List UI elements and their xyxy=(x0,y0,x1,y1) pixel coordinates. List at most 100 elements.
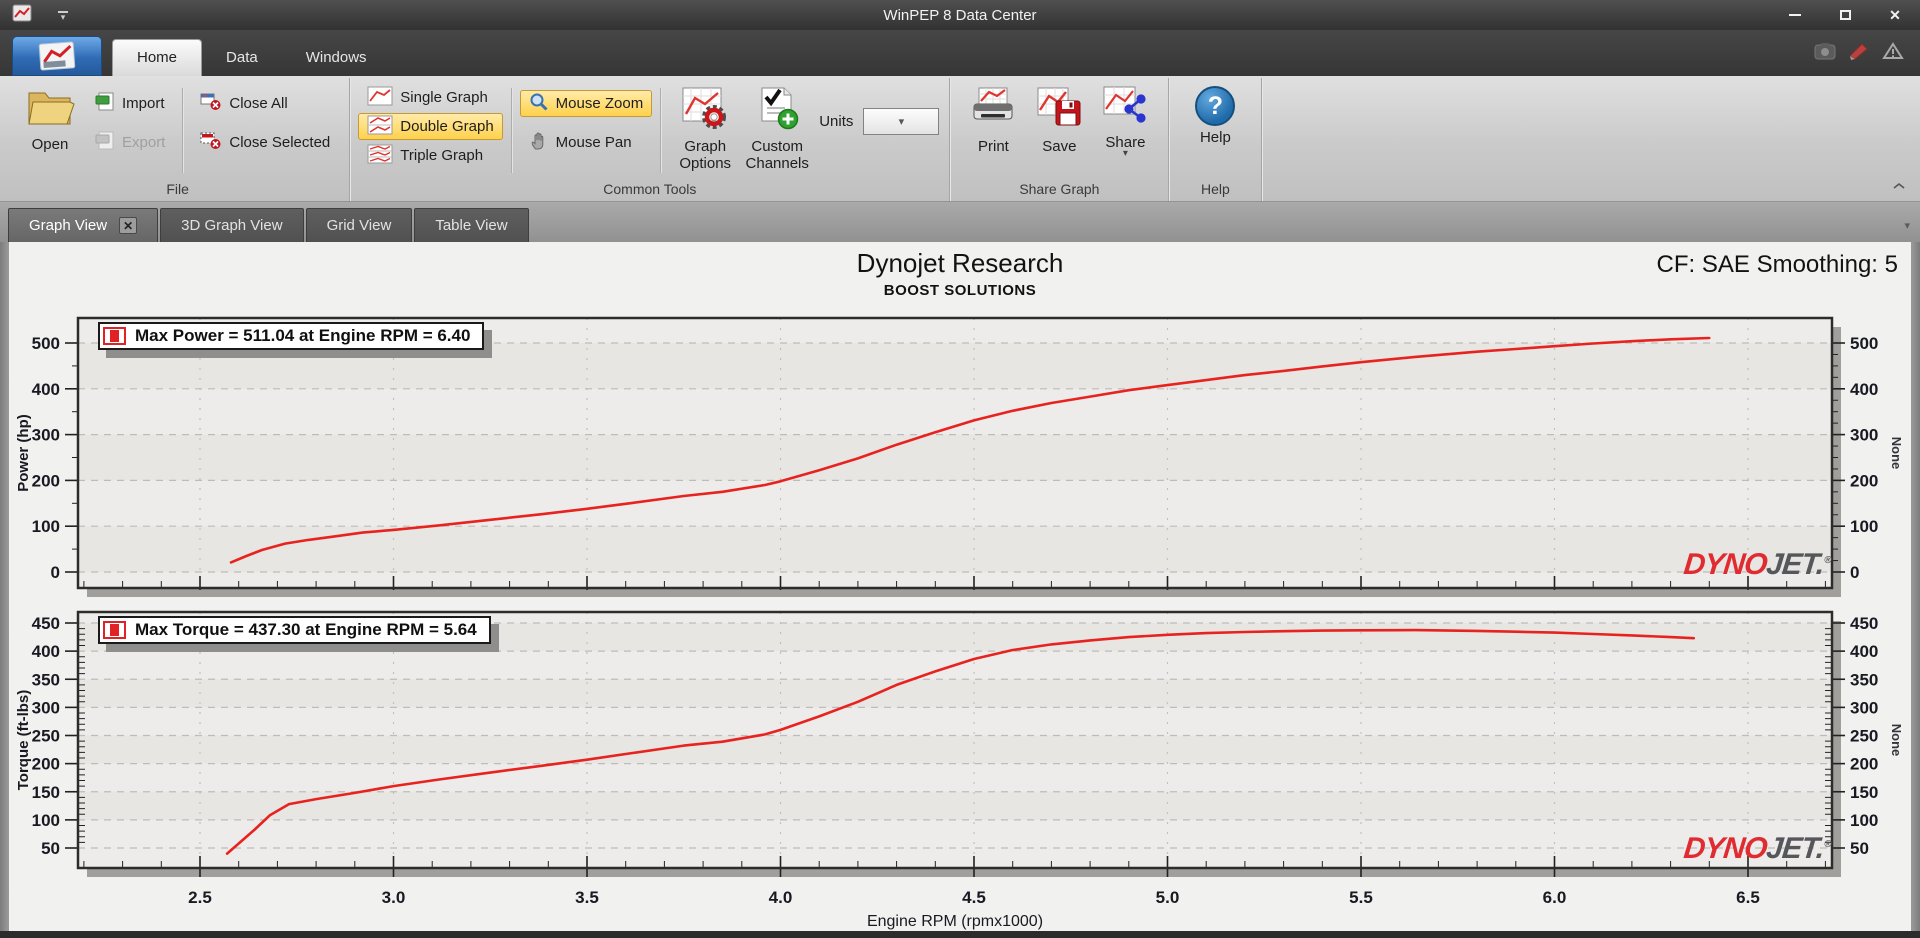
correction-factor-label: CF: SAE Smoothing: 5 xyxy=(1656,251,1898,278)
window-frame-right xyxy=(1911,242,1920,931)
triple-graph-icon xyxy=(367,144,393,168)
tab-data[interactable]: Data xyxy=(202,39,282,76)
svg-text:50: 50 xyxy=(41,839,60,858)
svg-text:3.0: 3.0 xyxy=(382,888,406,907)
svg-text:350: 350 xyxy=(32,670,60,689)
maximize-button[interactable] xyxy=(1834,6,1856,24)
close-button[interactable]: ✕ xyxy=(1884,6,1906,24)
svg-text:100: 100 xyxy=(32,517,60,536)
minimize-icon xyxy=(1789,14,1801,16)
application-menu-button[interactable] xyxy=(12,36,102,76)
winpep-logo-icon xyxy=(38,41,76,71)
ribbon-collapse-button[interactable] xyxy=(1892,177,1906,195)
svg-text:5.0: 5.0 xyxy=(1156,888,1180,907)
save-button[interactable]: Save xyxy=(1030,82,1088,155)
dynojet-watermark: DYNOJET.® xyxy=(1682,548,1832,581)
tab-table-view[interactable]: Table View xyxy=(414,208,529,242)
view-tab-strip: Graph View ✕ 3D Graph View Grid View Tab… xyxy=(0,202,1920,242)
svg-text:0: 0 xyxy=(51,563,60,582)
close-all-icon xyxy=(200,92,222,115)
svg-text:350: 350 xyxy=(1850,670,1878,689)
mouse-pan-button[interactable]: Mouse Pan xyxy=(520,129,653,156)
svg-text:4.5: 4.5 xyxy=(962,888,986,907)
export-button[interactable]: Export xyxy=(86,129,174,156)
power-series-swatch xyxy=(103,327,126,345)
hand-icon xyxy=(529,131,549,155)
svg-text:250: 250 xyxy=(1850,727,1878,746)
tab-windows[interactable]: Windows xyxy=(282,39,391,76)
double-graph-icon xyxy=(367,115,393,139)
svg-text:400: 400 xyxy=(32,642,60,661)
torque-chart[interactable]: 50 50 100 100 150 150 200 200 250 250 300 300 350 350… xyxy=(10,604,1910,934)
svg-text:250: 250 xyxy=(32,727,60,746)
title-bar: ▾ WinPEP 8 Data Center ✕ xyxy=(0,0,1920,30)
graph-options-button[interactable]: Graph Options xyxy=(669,82,741,172)
alert-icon[interactable] xyxy=(1882,41,1904,65)
svg-text:Torque (ft-lbs): Torque (ft-lbs) xyxy=(15,690,32,791)
close-tab-icon[interactable]: ✕ xyxy=(119,217,138,234)
open-button[interactable]: Open xyxy=(14,82,86,153)
svg-text:None: None xyxy=(1889,724,1904,757)
share-icon xyxy=(1103,86,1147,131)
window-title: WinPEP 8 Data Center xyxy=(883,6,1037,24)
minimize-button[interactable] xyxy=(1784,6,1806,24)
svg-text:450: 450 xyxy=(32,614,60,633)
ribbon-tabs: Home Data Windows xyxy=(112,39,391,76)
ribbon-group-help: ? Help Help xyxy=(1169,78,1263,201)
share-button[interactable]: Share ▾ xyxy=(1096,82,1154,159)
window-frame-bottom xyxy=(0,931,1920,938)
svg-text:2.5: 2.5 xyxy=(188,888,212,907)
chevron-up-icon xyxy=(1893,182,1905,189)
tab-overflow-icon[interactable]: ▾ xyxy=(1904,219,1910,232)
ribbon-group-share-graph: Print Save Share ▾ Share Graph xyxy=(950,78,1170,201)
window-frame-left xyxy=(0,242,9,931)
svg-text:5.5: 5.5 xyxy=(1349,888,1373,907)
ribbon-tab-row: Home Data Windows xyxy=(0,30,1920,76)
theme-brush-icon[interactable] xyxy=(1848,42,1870,65)
chevron-down-icon: ▾ xyxy=(898,116,905,128)
tab-grid-view[interactable]: Grid View xyxy=(305,208,413,242)
help-icon: ? xyxy=(1195,86,1236,126)
double-graph-button[interactable]: Double Graph xyxy=(358,113,503,140)
help-button[interactable]: ? Help xyxy=(1189,82,1241,146)
svg-text:500: 500 xyxy=(1850,334,1878,353)
export-csv-icon xyxy=(95,131,115,154)
svg-text:300: 300 xyxy=(1850,698,1878,717)
svg-text:3.5: 3.5 xyxy=(575,888,599,907)
svg-text:200: 200 xyxy=(1850,755,1878,774)
tab-home[interactable]: Home xyxy=(112,39,203,76)
close-all-button[interactable]: Close All xyxy=(191,90,339,117)
tab-3d-graph-view[interactable]: 3D Graph View xyxy=(160,208,304,242)
svg-text:450: 450 xyxy=(1850,614,1878,633)
maximize-icon xyxy=(1839,10,1851,20)
close-selected-button[interactable]: Close Selected xyxy=(191,129,339,156)
tab-graph-view[interactable]: Graph View ✕ xyxy=(8,208,159,242)
group-label-common-tools: Common Tools xyxy=(603,181,697,197)
svg-text:150: 150 xyxy=(32,783,60,802)
magnifier-icon xyxy=(529,92,549,116)
power-chart[interactable]: 0 0 100 100 200 200 300 300 400 400 500 500 Power (h… xyxy=(10,310,1910,602)
screenshot-icon[interactable] xyxy=(1814,42,1836,65)
svg-text:50: 50 xyxy=(1850,839,1869,858)
printer-icon xyxy=(970,86,1016,135)
open-folder-icon xyxy=(25,86,75,133)
torque-series-swatch xyxy=(103,621,126,639)
units-dropdown[interactable]: ▾ xyxy=(863,108,940,135)
svg-text:200: 200 xyxy=(32,471,60,490)
triple-graph-button[interactable]: Triple Graph xyxy=(358,142,502,169)
import-button[interactable]: Import xyxy=(86,90,174,117)
svg-text:0: 0 xyxy=(1850,563,1859,582)
single-graph-button[interactable]: Single Graph xyxy=(358,84,502,111)
svg-text:None: None xyxy=(1889,437,1904,470)
graph-view-panel: Dynojet Research BOOST SOLUTIONS CF: SAE… xyxy=(0,242,1920,931)
print-button[interactable]: Print xyxy=(964,82,1022,155)
ribbon: Open Import Export Close All Close Selec… xyxy=(0,76,1920,202)
graph-subtitle: BOOST SOLUTIONS xyxy=(883,282,1037,299)
group-label-file: File xyxy=(166,181,189,197)
svg-text:200: 200 xyxy=(32,755,60,774)
custom-channels-button[interactable]: Custom Channels xyxy=(741,82,813,172)
graph-options-gear-icon xyxy=(681,86,729,135)
close-selected-icon xyxy=(200,131,222,154)
svg-text:100: 100 xyxy=(1850,811,1878,830)
mouse-zoom-button[interactable]: Mouse Zoom xyxy=(519,90,653,117)
